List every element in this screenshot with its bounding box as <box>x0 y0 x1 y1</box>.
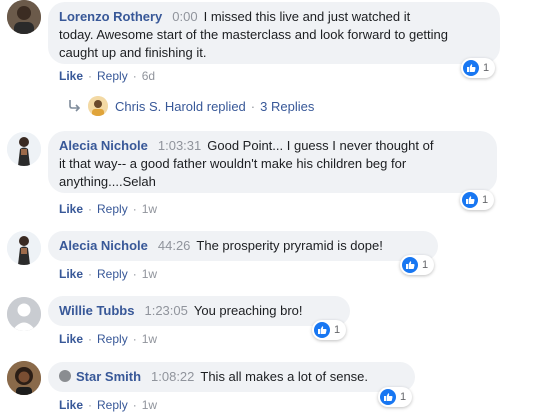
comment-actions: Like · Reply · 1w <box>59 397 157 413</box>
avatar[interactable] <box>7 0 41 34</box>
avatar[interactable] <box>7 297 41 331</box>
separator-dot: · <box>88 398 93 412</box>
reaction-badge[interactable]: 1 <box>460 190 495 210</box>
comment-line: Willie Tubbs 1:23:05 You preaching bro! <box>59 302 338 320</box>
comment-timestamp[interactable]: 1:08:22 <box>151 369 194 384</box>
reaction-badge[interactable]: 1 <box>400 255 435 275</box>
comment-line: Alecia Nichole 44:26 The prosperity pryram… <box>59 237 426 255</box>
thumbs-up-icon <box>463 60 479 76</box>
comment-timestamp[interactable]: 1:03:31 <box>158 138 201 153</box>
thumbs-up-icon <box>380 389 396 405</box>
comment-author[interactable]: Alecia Nichole <box>59 138 148 153</box>
comment-text: I missed this live and just watched it <box>203 9 411 24</box>
separator-dot: · <box>88 267 93 281</box>
reaction-badge[interactable]: 1 <box>378 387 413 407</box>
avatar[interactable] <box>7 361 41 395</box>
default-avatar-icon <box>7 297 41 331</box>
separator-dot: · <box>132 267 137 281</box>
like-button[interactable]: Like <box>59 332 83 346</box>
like-button[interactable]: Like <box>59 202 83 216</box>
avatar-photo <box>7 231 41 265</box>
reaction-count: 1 <box>334 324 341 336</box>
thumbs-up-icon <box>402 257 418 273</box>
separator-dot: · <box>132 202 137 216</box>
avatar <box>88 96 108 116</box>
comment-line: Alecia Nichole 1:03:31 Good Point... I gue… <box>59 137 485 155</box>
reaction-badge[interactable]: 1 <box>461 58 496 78</box>
avatar[interactable] <box>7 231 41 265</box>
comment-bubble: Alecia Nichole 44:26 The prosperity pryram… <box>48 231 438 261</box>
comment-author[interactable]: Lorenzo Rothery <box>59 9 162 24</box>
separator-dot: · <box>88 202 93 216</box>
comment-age[interactable]: 1w <box>142 202 157 216</box>
comment-text: caught up and finishing it. <box>59 45 207 60</box>
reaction-badge[interactable]: 1 <box>312 320 347 340</box>
comment-text: Good Point... I guess I never thought of <box>207 138 434 153</box>
comment-actions: Like · Reply · 1w <box>59 331 157 347</box>
comment-text: anything....Selah <box>59 174 156 189</box>
reply-button[interactable]: Reply <box>97 202 128 216</box>
comment-text: it that way-- a good father wouldn't mak… <box>59 156 407 171</box>
comment-age[interactable]: 1w <box>142 398 157 412</box>
like-button[interactable]: Like <box>59 267 83 281</box>
reply-button[interactable]: Reply <box>97 267 128 281</box>
comment-author[interactable]: Alecia Nichole <box>59 238 148 253</box>
separator-dot: · <box>132 398 137 412</box>
comment-age[interactable]: 1w <box>142 267 157 281</box>
verified-badge-icon <box>59 370 71 382</box>
comment-age[interactable]: 1w <box>142 332 157 346</box>
reaction-count: 1 <box>482 194 489 206</box>
comment-bubble: Star Smith 1:08:22 This all makes a lot of… <box>48 362 415 392</box>
separator-dot: · <box>132 69 137 83</box>
comment-bubble: Willie Tubbs 1:23:05 You preaching bro! <box>48 296 350 326</box>
reaction-count: 1 <box>483 62 490 74</box>
comment-text: This all makes a lot of sense. <box>200 369 369 384</box>
avatar[interactable] <box>7 132 41 166</box>
replies-count[interactable]: 3 Replies <box>260 99 314 114</box>
thumbs-up-icon <box>314 322 330 338</box>
separator-dot: · <box>132 332 137 346</box>
avatar-photo <box>7 361 41 395</box>
separator-dot: · <box>88 69 93 83</box>
like-button[interactable]: Like <box>59 69 83 83</box>
reply-button[interactable]: Reply <box>97 69 128 83</box>
comment-timestamp[interactable]: 44:26 <box>158 238 191 253</box>
reply-button[interactable]: Reply <box>97 398 128 412</box>
reaction-count: 1 <box>400 391 407 403</box>
comment-actions: Like · Reply · 6d <box>59 68 155 84</box>
comment-timestamp[interactable]: 0:00 <box>172 9 197 24</box>
comment-line: Star Smith 1:08:22 This all makes a lot of… <box>59 368 403 386</box>
comment-actions: Like · Reply · 1w <box>59 266 157 282</box>
comment-text: The prosperity pryramid is dope! <box>196 238 383 253</box>
like-button[interactable]: Like <box>59 398 83 412</box>
comment-text: You preaching bro! <box>193 303 303 318</box>
reply-arrow-icon <box>69 100 81 112</box>
separator-dot: · <box>250 98 256 114</box>
avatar-photo <box>7 0 41 34</box>
comment-bubble: Lorenzo Rothery 0:00 I missed this live an… <box>48 2 500 64</box>
thumbs-up-icon <box>462 192 478 208</box>
replier-label[interactable]: Chris S. Harold replied <box>115 99 246 114</box>
reply-button[interactable]: Reply <box>97 332 128 346</box>
comment-bubble: Alecia Nichole 1:03:31 Good Point... I gue… <box>48 131 497 193</box>
comment-author[interactable]: Star Smith <box>76 369 141 384</box>
avatar-photo <box>7 132 41 166</box>
comment-timestamp[interactable]: 1:23:05 <box>144 303 187 318</box>
view-replies-link[interactable]: Chris S. Harold replied · 3 Replies <box>68 95 314 117</box>
comment-actions: Like · Reply · 1w <box>59 201 157 217</box>
comment-age[interactable]: 6d <box>142 69 155 83</box>
reaction-count: 1 <box>422 259 429 271</box>
comment-author[interactable]: Willie Tubbs <box>59 303 134 318</box>
separator-dot: · <box>88 332 93 346</box>
comment-line: Lorenzo Rothery 0:00 I missed this live an… <box>59 8 488 26</box>
comment-text: today. Awesome start of the masterclass … <box>59 27 448 42</box>
